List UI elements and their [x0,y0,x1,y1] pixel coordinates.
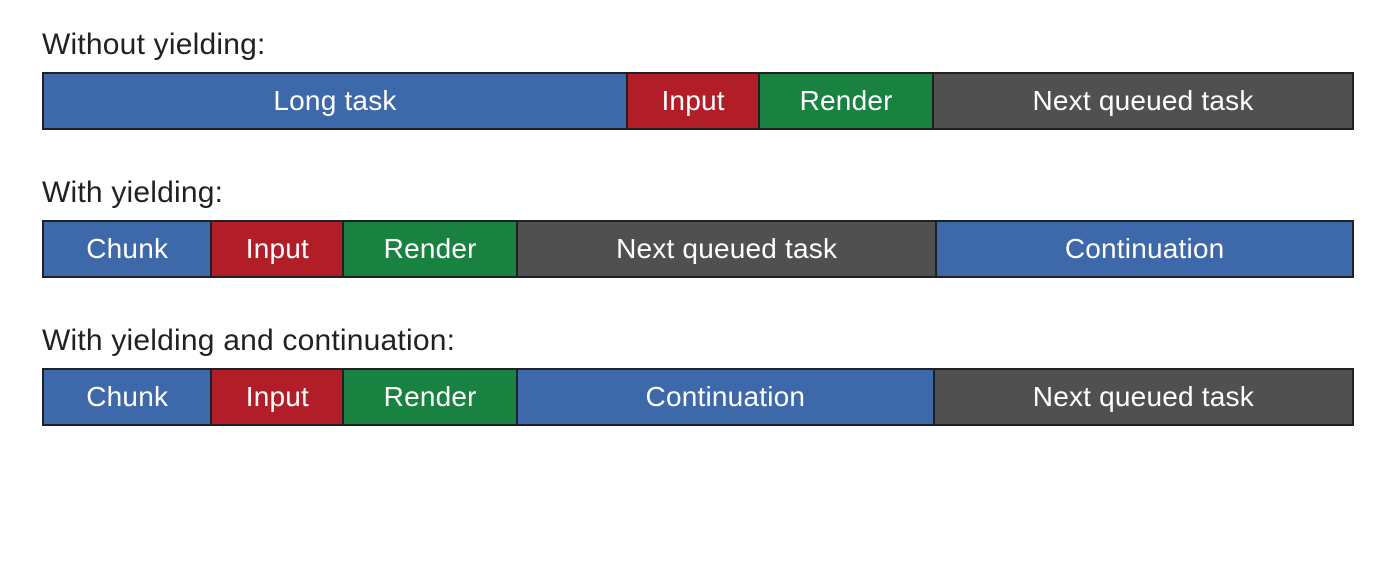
seg-render: Render [344,368,518,426]
seg-input: Input [628,72,760,130]
section-without-yielding: Without yielding: Long task Input Render… [42,28,1354,130]
task-bar: Chunk Input Render Continuation Next que… [42,368,1354,426]
section-title: Without yielding: [42,28,1354,62]
seg-chunk: Chunk [42,220,212,278]
seg-input: Input [212,220,344,278]
section-with-yielding-and-continuation: With yielding and continuation: Chunk In… [42,324,1354,426]
seg-next-queued-task: Next queued task [935,368,1354,426]
seg-next-queued-task: Next queued task [934,72,1354,130]
section-title: With yielding and continuation: [42,324,1354,358]
seg-continuation: Continuation [518,368,935,426]
section-with-yielding: With yielding: Chunk Input Render Next q… [42,176,1354,278]
task-bar: Chunk Input Render Next queued task Cont… [42,220,1354,278]
seg-chunk: Chunk [42,368,212,426]
seg-continuation: Continuation [937,220,1354,278]
seg-render: Render [760,72,934,130]
section-title: With yielding: [42,176,1354,210]
task-bar: Long task Input Render Next queued task [42,72,1354,130]
seg-input: Input [212,368,344,426]
seg-next-queued-task: Next queued task [518,220,937,278]
seg-long-task: Long task [42,72,628,130]
seg-render: Render [344,220,518,278]
